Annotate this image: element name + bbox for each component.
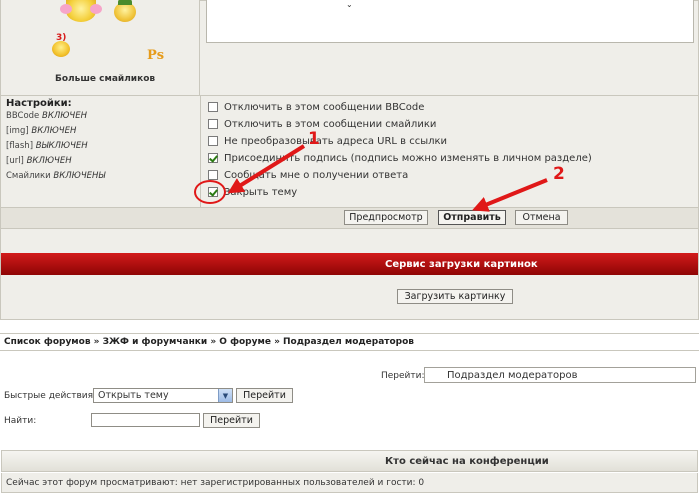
- setting-bbcode: BBCode ВКЛЮЧЕН: [6, 111, 87, 121]
- jump-select[interactable]: Подраздел модераторов: [424, 367, 696, 383]
- preview-button[interactable]: Предпросмотр: [344, 210, 428, 225]
- setting-state: ВКЛЮЧЕН: [31, 126, 77, 136]
- checkbox[interactable]: [208, 136, 218, 146]
- message-textarea[interactable]: [206, 0, 694, 43]
- checkbox[interactable]: [208, 119, 218, 129]
- smiley-girl-icon[interactable]: [60, 0, 102, 22]
- option-label: Отключить в этом сообщении BBCode: [224, 101, 425, 113]
- checkbox-checked[interactable]: [208, 153, 218, 163]
- option-disable-bbcode[interactable]: Отключить в этом сообщении BBCode: [208, 101, 424, 113]
- more-smileys-link[interactable]: Больше смайликов: [55, 74, 155, 84]
- setting-name: Смайлики: [6, 171, 51, 181]
- setting-flash: [flash] ВЫКЛЮЧЕН: [6, 141, 88, 151]
- setting-name: [flash]: [6, 141, 34, 151]
- setting-state: ВКЛЮЧЕН: [41, 111, 88, 121]
- mouse-cursor-icon: ⌄: [346, 0, 353, 9]
- option-attach-signature[interactable]: Присоединить подпись (подпись можно изме…: [208, 152, 592, 164]
- annotation-number-1: 1: [308, 129, 320, 149]
- setting-name: [url]: [6, 156, 24, 166]
- option-label: Закрыть тему: [224, 186, 298, 198]
- setting-state: ВКЛЮЧЕН: [26, 156, 72, 166]
- find-input[interactable]: [91, 413, 200, 427]
- jump-label: Перейти:: [381, 371, 425, 381]
- annotation-circle: [194, 180, 226, 204]
- quick-actions-value: Открыть тему: [98, 390, 169, 401]
- find-go-button[interactable]: Перейти: [203, 413, 260, 428]
- setting-state: ВЫКЛЮЧЕН: [35, 141, 88, 151]
- submit-button[interactable]: Отправить: [438, 210, 506, 225]
- option-no-url-parse[interactable]: Не преобразовывать адреса URL в ссылки: [208, 135, 447, 147]
- setting-url: [url] ВКЛЮЧЕН: [6, 156, 72, 166]
- breadcrumb[interactable]: Список форумов » ЗЖФ и форумчанки » О фо…: [0, 333, 699, 351]
- chevron-down-icon[interactable]: ▼: [218, 389, 232, 402]
- option-label: Отключить в этом сообщении смайлики: [224, 118, 437, 130]
- spacer-row: [1, 230, 698, 252]
- option-label: Сообщать мне о получении ответа: [224, 169, 409, 181]
- find-label: Найти:: [4, 416, 37, 426]
- checkbox[interactable]: [208, 102, 218, 112]
- image-upload-title: Сервис загрузки картинок: [385, 258, 538, 270]
- setting-name: [img]: [6, 126, 29, 136]
- smiley-3-icon[interactable]: 3): [52, 33, 70, 57]
- option-label: Не преобразовывать адреса URL в ссылки: [224, 135, 448, 147]
- option-label: Присоединить подпись (подпись можно изме…: [224, 152, 592, 164]
- image-upload-header: Сервис загрузки картинок: [1, 253, 698, 275]
- jump-select-value: Подраздел модераторов: [447, 369, 578, 381]
- option-disable-smileys[interactable]: Отключить в этом сообщении смайлики: [208, 118, 436, 130]
- quick-actions-go-button[interactable]: Перейти: [236, 388, 293, 403]
- checkbox[interactable]: [208, 170, 218, 180]
- smiley-ps-icon[interactable]: Ps: [147, 48, 164, 63]
- setting-smileys: Смайлики ВКЛЮЧЕНЫ: [6, 171, 105, 181]
- smiley-hat-icon[interactable]: [114, 0, 136, 22]
- settings-title: Настройки:: [6, 98, 72, 109]
- online-header: Кто сейчас на конференции: [1, 450, 698, 472]
- image-upload-row: [0, 276, 699, 320]
- annotation-number-2: 2: [553, 164, 565, 184]
- setting-name: BBCode: [6, 111, 40, 121]
- smiley-badge-text: 3): [56, 33, 67, 43]
- upload-image-button[interactable]: Загрузить картинку: [397, 289, 513, 304]
- cancel-button[interactable]: Отмена: [515, 210, 568, 225]
- setting-state: ВКЛЮЧЕНЫ: [53, 171, 106, 181]
- setting-img: [img] ВКЛЮЧЕН: [6, 126, 76, 136]
- quick-actions-select[interactable]: Открыть тему ▼: [93, 388, 233, 403]
- option-notify-reply[interactable]: Сообщать мне о получении ответа: [208, 169, 408, 181]
- online-title: Кто сейчас на конференции: [385, 456, 549, 467]
- online-text: Сейчас этот форум просматривают: нет зар…: [1, 473, 698, 493]
- quick-actions-label: Быстрые действия:: [4, 391, 97, 401]
- panel-divider: [1, 95, 698, 96]
